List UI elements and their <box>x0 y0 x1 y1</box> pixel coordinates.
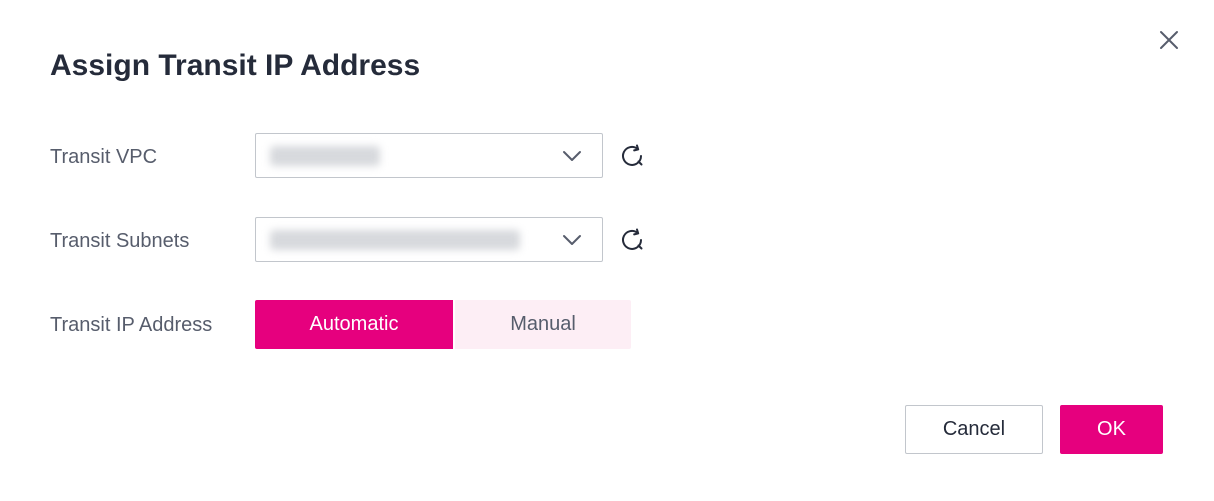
chevron-down-icon <box>562 232 582 248</box>
manual-option-button[interactable]: Manual <box>455 300 631 349</box>
transit-subnets-value: subnet-xxxxxxxxxxxxx <box>270 230 520 250</box>
transit-vpc-select[interactable]: vpc-xxx <box>255 133 603 178</box>
refresh-icon[interactable] <box>620 142 648 170</box>
ok-button[interactable]: OK <box>1060 405 1163 454</box>
assign-transit-ip-dialog: Assign Transit IP Address Transit VPC vp… <box>0 0 1214 501</box>
transit-vpc-label: Transit VPC <box>50 146 158 168</box>
transit-subnets-label: Transit Subnets <box>50 230 190 252</box>
automatic-option-button[interactable]: Automatic <box>255 300 453 349</box>
close-icon[interactable] <box>1157 28 1181 52</box>
refresh-icon[interactable] <box>620 226 648 254</box>
transit-vpc-value: vpc-xxx <box>270 146 380 166</box>
transit-subnets-select[interactable]: subnet-xxxxxxxxxxxxx <box>255 217 603 262</box>
chevron-down-icon <box>562 148 582 164</box>
dialog-title: Assign Transit IP Address <box>50 49 421 82</box>
cancel-button[interactable]: Cancel <box>905 405 1043 454</box>
transit-ip-address-label: Transit IP Address <box>50 314 213 336</box>
